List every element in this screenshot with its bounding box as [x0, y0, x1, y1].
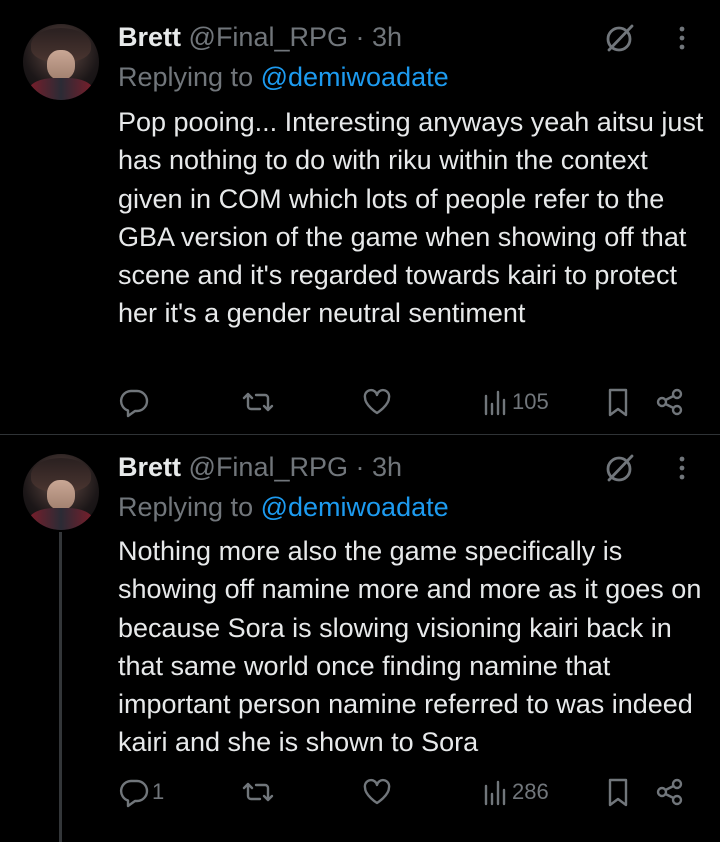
action-bar: 1 286 [0, 772, 720, 812]
views-button[interactable]: 105 [482, 382, 549, 422]
timestamp[interactable]: 3h [372, 22, 402, 52]
retweet-icon [242, 782, 274, 802]
reply-count: 1 [152, 779, 165, 804]
bookmark-button[interactable] [603, 772, 633, 812]
reply-icon [119, 389, 149, 418]
avatar[interactable] [23, 454, 99, 530]
tweet-text: Nothing more also the game specifically … [118, 536, 702, 758]
share-button[interactable] [654, 382, 686, 422]
share-button[interactable] [654, 772, 686, 812]
mention-link[interactable]: @demiwoadate [261, 62, 449, 92]
share-icon [656, 778, 683, 806]
views-count: 286 [512, 779, 549, 804]
tweet-header: Brett @Final_RPG · 3h [118, 450, 402, 484]
bookmark-icon [608, 388, 628, 417]
retweet-button[interactable] [242, 382, 274, 422]
like-icon [363, 778, 391, 805]
views-button[interactable]: 286 [482, 772, 549, 812]
author-name[interactable]: Brett [118, 22, 181, 52]
more-icon[interactable] [668, 452, 696, 484]
timestamp[interactable]: 3h [372, 452, 402, 482]
share-icon [656, 388, 683, 416]
more-icon[interactable] [668, 22, 696, 54]
replying-to: Replying to @demiwoadate [118, 60, 449, 94]
bookmark-button[interactable] [603, 382, 633, 422]
like-icon [363, 388, 391, 415]
avatar[interactable] [23, 24, 99, 100]
views-icon [484, 780, 506, 806]
action-bar: 105 [0, 382, 720, 422]
separator: · [355, 452, 365, 482]
views-count: 105 [512, 389, 549, 414]
separator: · [355, 22, 365, 52]
reply-icon [119, 779, 149, 808]
replying-label: Replying to [118, 62, 254, 92]
bookmark-icon [608, 778, 628, 807]
tweet-text: Pop pooing... Interesting anyways yeah a… [118, 107, 704, 329]
tweet-header: Brett @Final_RPG · 3h [118, 20, 402, 54]
author-name[interactable]: Brett [118, 452, 181, 482]
tweet[interactable]: Brett @Final_RPG · 3h Replying to @demiw… [0, 435, 720, 842]
grok-icon[interactable] [604, 22, 636, 54]
like-button[interactable] [361, 382, 393, 422]
replying-to: Replying to @demiwoadate [118, 490, 449, 524]
like-button[interactable] [361, 772, 393, 812]
reply-button[interactable] [118, 382, 152, 422]
tweet[interactable]: Brett @Final_RPG · 3h Replying to @demiw… [0, 0, 720, 434]
retweet-button[interactable] [242, 772, 274, 812]
author-handle[interactable]: @Final_RPG [189, 22, 348, 52]
retweet-icon [242, 392, 274, 412]
author-handle[interactable]: @Final_RPG [189, 452, 348, 482]
reply-button[interactable]: 1 [118, 772, 164, 812]
mention-link[interactable]: @demiwoadate [261, 492, 449, 522]
replying-label: Replying to [118, 492, 254, 522]
views-icon [484, 390, 506, 416]
grok-icon[interactable] [604, 452, 636, 484]
